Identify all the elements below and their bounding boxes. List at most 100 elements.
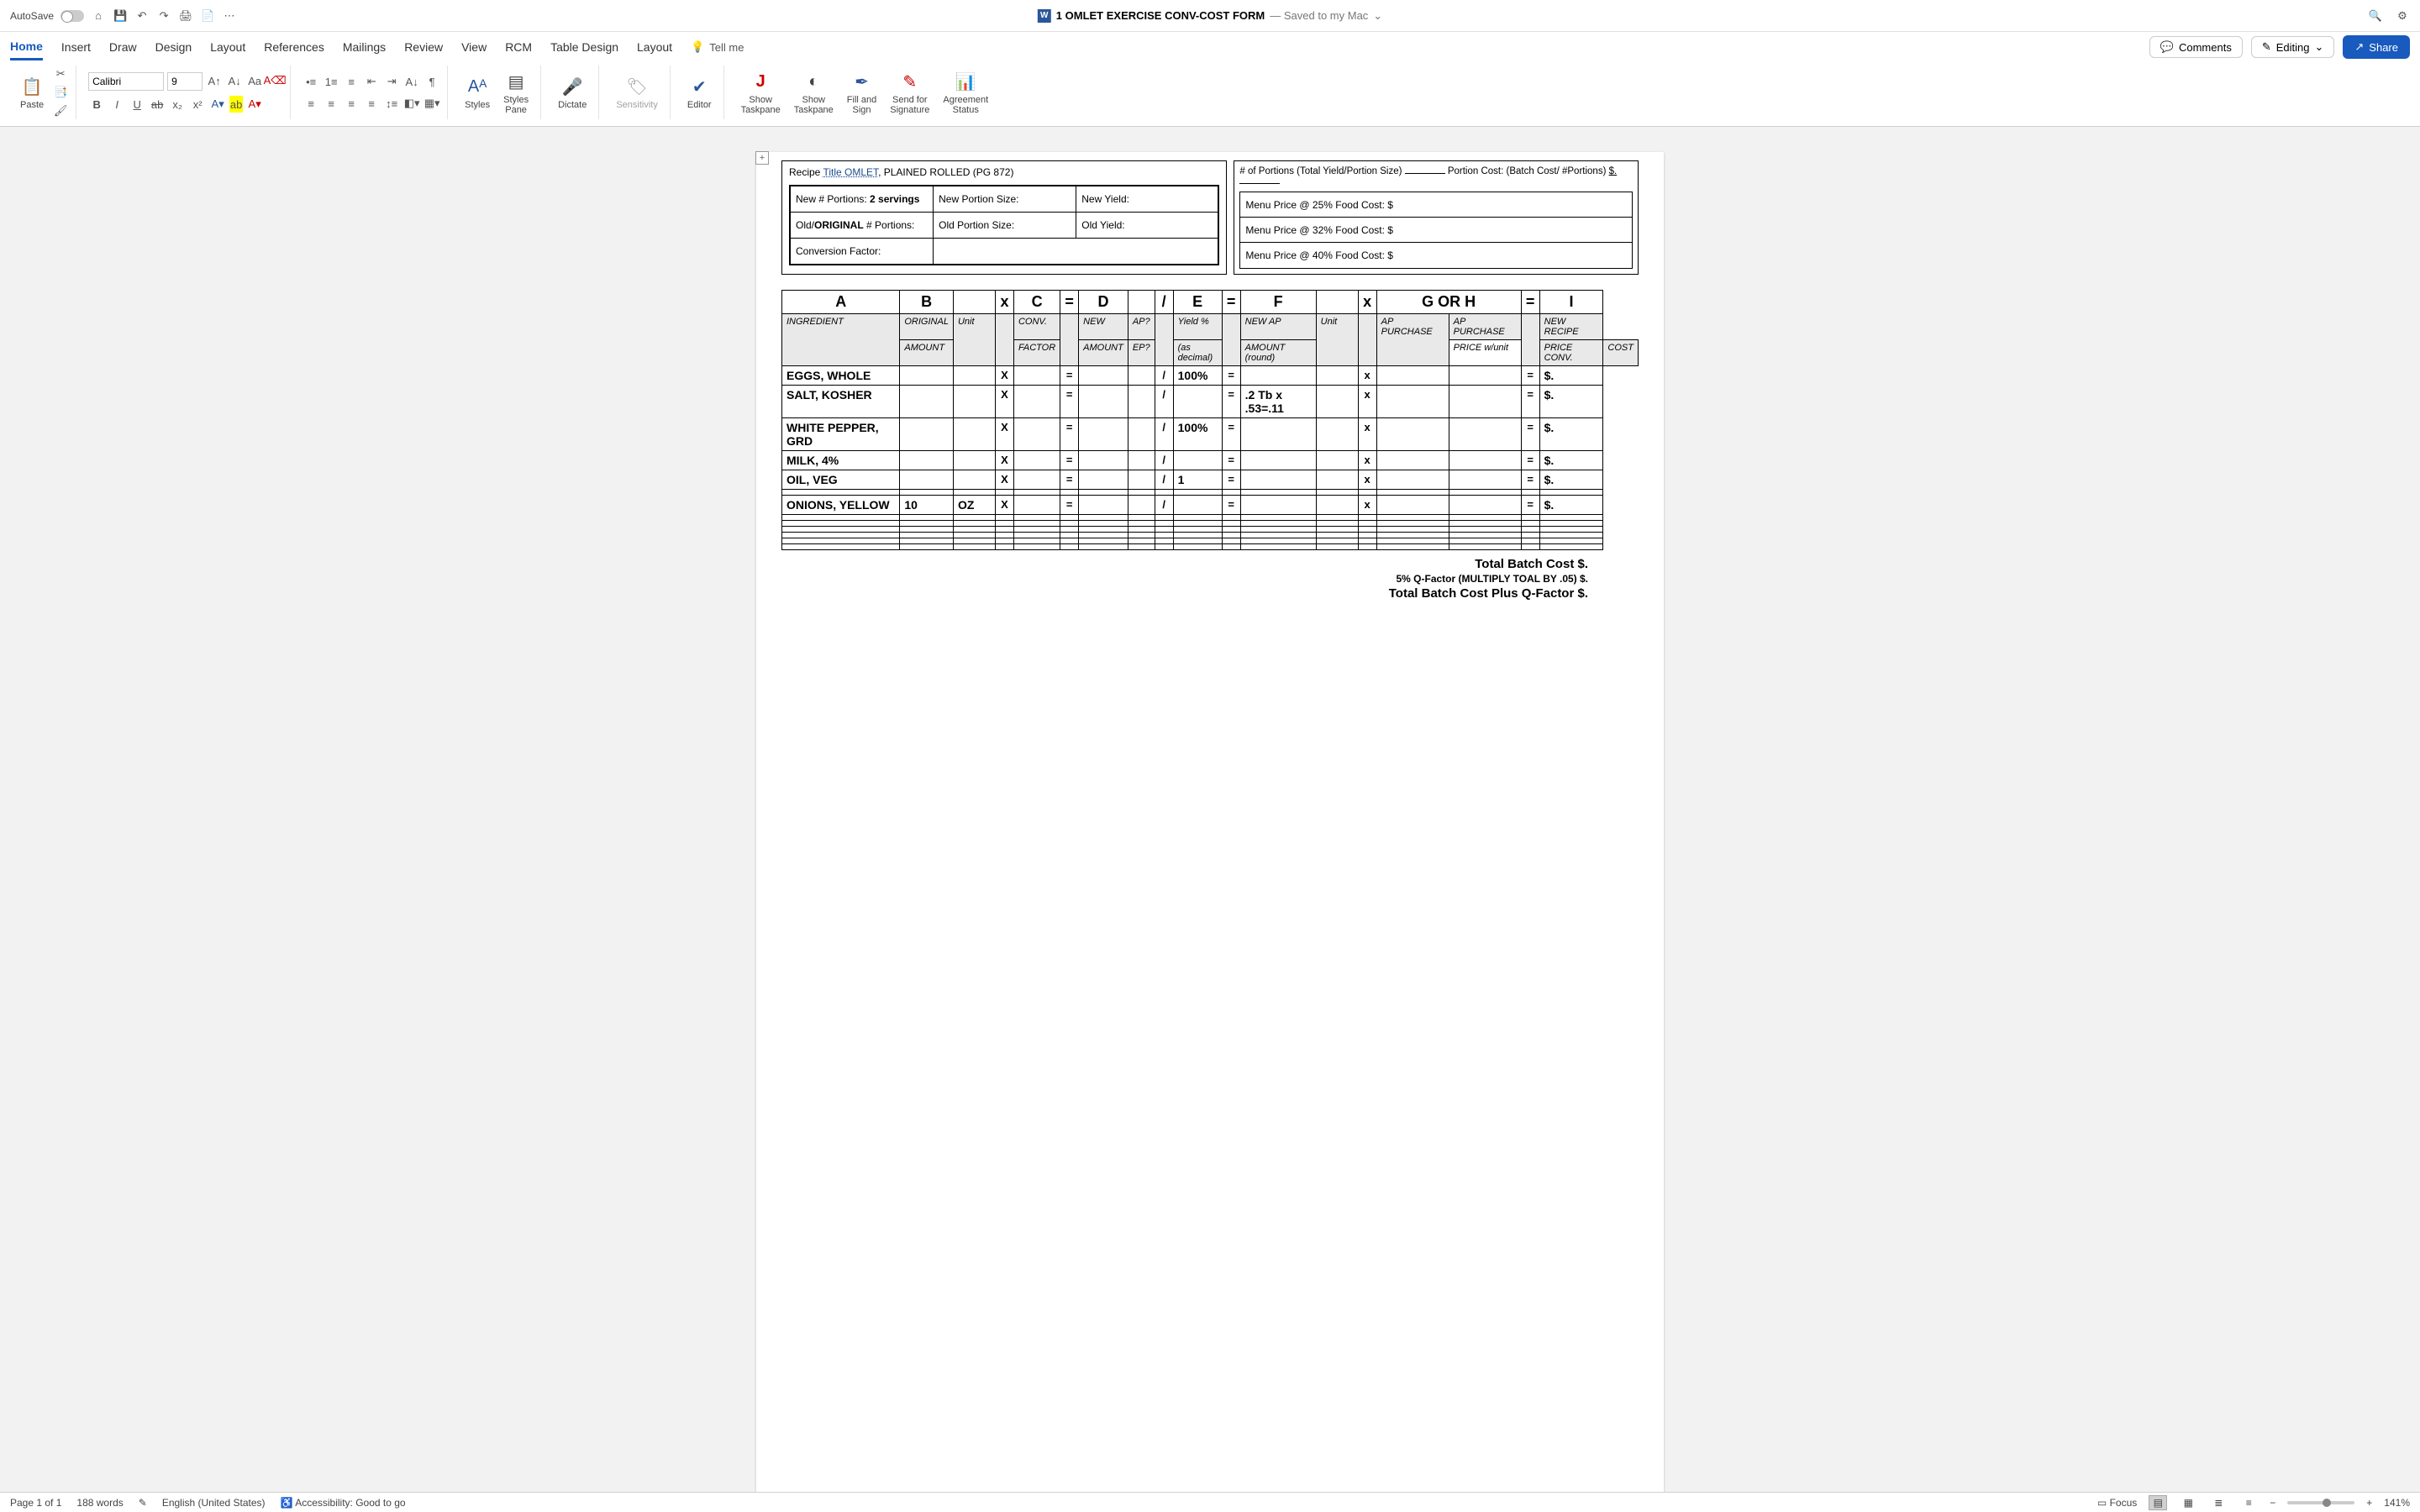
font-color-icon[interactable]: A▾ (246, 96, 263, 113)
format-painter-icon[interactable]: 🖌 (52, 102, 69, 119)
sensitivity-button[interactable]: 🏷 Sensitivity (611, 73, 663, 112)
clear-format-icon[interactable]: A⌫ (266, 72, 283, 89)
zoom-out-icon[interactable]: − (2270, 1497, 2275, 1509)
focus-mode[interactable]: ▭ Focus (2097, 1497, 2137, 1509)
home-icon[interactable]: ⌂ (91, 8, 106, 24)
show-taskpane-1[interactable]: J Show Taskpane (736, 68, 786, 117)
more-icon[interactable]: ⋯ (222, 8, 237, 24)
save-icon[interactable]: 💾 (113, 8, 128, 24)
page[interactable]: + Recipe Title OMLET, PLAINED ROLLED (PG… (756, 152, 1664, 1493)
chevron-down-icon[interactable]: ⌄ (1373, 9, 1382, 23)
align-left-icon[interactable]: ≡ (302, 95, 319, 112)
send-sig-button[interactable]: ✎ Send for Signature (885, 68, 934, 117)
copy-icon[interactable]: 📑 (52, 84, 69, 101)
redo-icon[interactable]: ↷ (156, 8, 171, 24)
shading-icon[interactable]: ◧▾ (403, 95, 420, 112)
search-icon[interactable]: 🔍 (2368, 8, 2383, 24)
superscript-icon[interactable]: x² (189, 96, 206, 113)
font-size-select[interactable] (167, 72, 203, 91)
document-area[interactable]: + Recipe Title OMLET, PLAINED ROLLED (PG… (0, 127, 2420, 1493)
tab-review[interactable]: Review (404, 35, 443, 59)
italic-icon[interactable]: I (108, 96, 125, 113)
tab-insert[interactable]: Insert (61, 35, 91, 59)
autosave-toggle[interactable] (60, 10, 84, 22)
styles-pane-button[interactable]: ▤ Styles Pane (498, 68, 534, 117)
cut-icon[interactable]: ✂ (52, 66, 69, 82)
editor-button[interactable]: ✔ Editor (682, 73, 717, 112)
subhead-row-2: AMOUNT FACTOR AMOUNT EP? (as decimal) AM… (782, 340, 1639, 366)
align-right-icon[interactable]: ≡ (343, 95, 360, 112)
export-icon[interactable]: 📄 (200, 8, 215, 24)
styles-button[interactable]: Aᴬ Styles (460, 73, 495, 112)
form-top: Recipe Title OMLET, PLAINED ROLLED (PG 8… (781, 160, 1639, 275)
underline-icon[interactable]: U (129, 96, 145, 113)
tab-layout[interactable]: Layout (210, 35, 245, 59)
tab-home[interactable]: Home (10, 34, 43, 60)
decrease-indent-icon[interactable]: ⇤ (363, 73, 380, 90)
zoom-in-icon[interactable]: + (2366, 1497, 2372, 1509)
share-button[interactable]: ↗ Share (2343, 35, 2410, 59)
col-F: F (1240, 291, 1316, 314)
tab-view[interactable]: View (461, 35, 487, 59)
bold-icon[interactable]: B (88, 96, 105, 113)
print-layout-icon[interactable]: ▤ (2149, 1495, 2167, 1510)
highlight-icon[interactable]: ab (229, 96, 243, 113)
pilcrow-icon[interactable]: ¶ (424, 73, 440, 90)
agreement-button[interactable]: 📊 Agreement Status (938, 68, 993, 117)
tab-mailings[interactable]: Mailings (343, 35, 386, 59)
show-taskpane-2[interactable]: ◐ Show Taskpane (789, 68, 839, 117)
font-name-select[interactable] (88, 72, 164, 91)
page-add-icon[interactable]: + (755, 151, 769, 165)
accessibility[interactable]: ♿ Accessibility: Good to go (281, 1497, 406, 1509)
comments-button[interactable]: 💬 Comments (2149, 36, 2243, 58)
subscript-icon[interactable]: x₂ (169, 96, 186, 113)
table-row (782, 490, 1639, 496)
change-case-icon[interactable]: Aa (246, 72, 263, 89)
form-grid: New # Portions: 2 servings New Portion S… (790, 186, 1218, 265)
spellcheck-icon[interactable]: ✎ (139, 1497, 147, 1509)
styles-icon: Aᴬ (466, 75, 489, 98)
form-left-box: Recipe Title OMLET, PLAINED ROLLED (PG 8… (781, 160, 1227, 275)
total-batch: Total Batch Cost $. (781, 557, 1588, 571)
tab-design[interactable]: Design (155, 35, 192, 59)
tab-draw[interactable]: Draw (109, 35, 137, 59)
word-count[interactable]: 188 words (76, 1497, 123, 1509)
print-icon[interactable]: 🖨 (178, 8, 193, 24)
justify-icon[interactable]: ≡ (363, 95, 380, 112)
undo-icon[interactable]: ↶ (134, 8, 150, 24)
borders-icon[interactable]: ▦▾ (424, 95, 440, 112)
fill-sign-icon: ✒ (850, 70, 874, 93)
titlebar-right: 🔍 ⚙ (2368, 8, 2410, 24)
tab-table-design[interactable]: Table Design (550, 35, 618, 59)
grow-font-icon[interactable]: A↑ (206, 72, 223, 89)
bullets-icon[interactable]: •≡ (302, 73, 319, 90)
web-layout-icon[interactable]: ▦ (2179, 1495, 2197, 1510)
page-count[interactable]: Page 1 of 1 (10, 1497, 61, 1509)
ribbon-options-icon[interactable]: ⚙ (2395, 8, 2410, 24)
paste-button[interactable]: 📋 Paste (15, 73, 49, 112)
outline-icon[interactable]: ≣ (2209, 1495, 2228, 1510)
zoom-level[interactable]: 141% (2384, 1497, 2410, 1509)
language[interactable]: English (United States) (162, 1497, 266, 1509)
editing-button[interactable]: ✎ Editing ⌄ (2251, 36, 2335, 58)
document-title[interactable]: 1 OMLET EXERCISE CONV-COST FORM (1056, 9, 1265, 22)
dictate-button[interactable]: 🎤 Dictate (553, 73, 592, 112)
tab-rcm[interactable]: RCM (505, 35, 532, 59)
increase-indent-icon[interactable]: ⇥ (383, 73, 400, 90)
fill-sign-button[interactable]: ✒ Fill and Sign (842, 68, 881, 117)
zoom-slider[interactable] (2287, 1501, 2354, 1504)
header-row: A B x C = D / E = F x G OR H = I (782, 291, 1639, 314)
draft-icon[interactable]: ≡ (2239, 1495, 2258, 1510)
tab-layout-2[interactable]: Layout (637, 35, 672, 59)
strikethrough-icon[interactable]: ab (149, 96, 166, 113)
line-spacing-icon[interactable]: ↕≡ (383, 95, 400, 112)
sort-icon[interactable]: A↓ (403, 73, 420, 90)
old-portions-cell: Old/ORIGINAL # Portions: (790, 212, 933, 238)
numbering-icon[interactable]: 1≡ (323, 73, 339, 90)
text-effects-icon[interactable]: A▾ (209, 96, 226, 113)
tab-references[interactable]: References (264, 35, 324, 59)
align-center-icon[interactable]: ≡ (323, 95, 339, 112)
tell-me[interactable]: 💡 Tell me (691, 40, 744, 54)
multilevel-icon[interactable]: ≡ (343, 73, 360, 90)
shrink-font-icon[interactable]: A↓ (226, 72, 243, 89)
